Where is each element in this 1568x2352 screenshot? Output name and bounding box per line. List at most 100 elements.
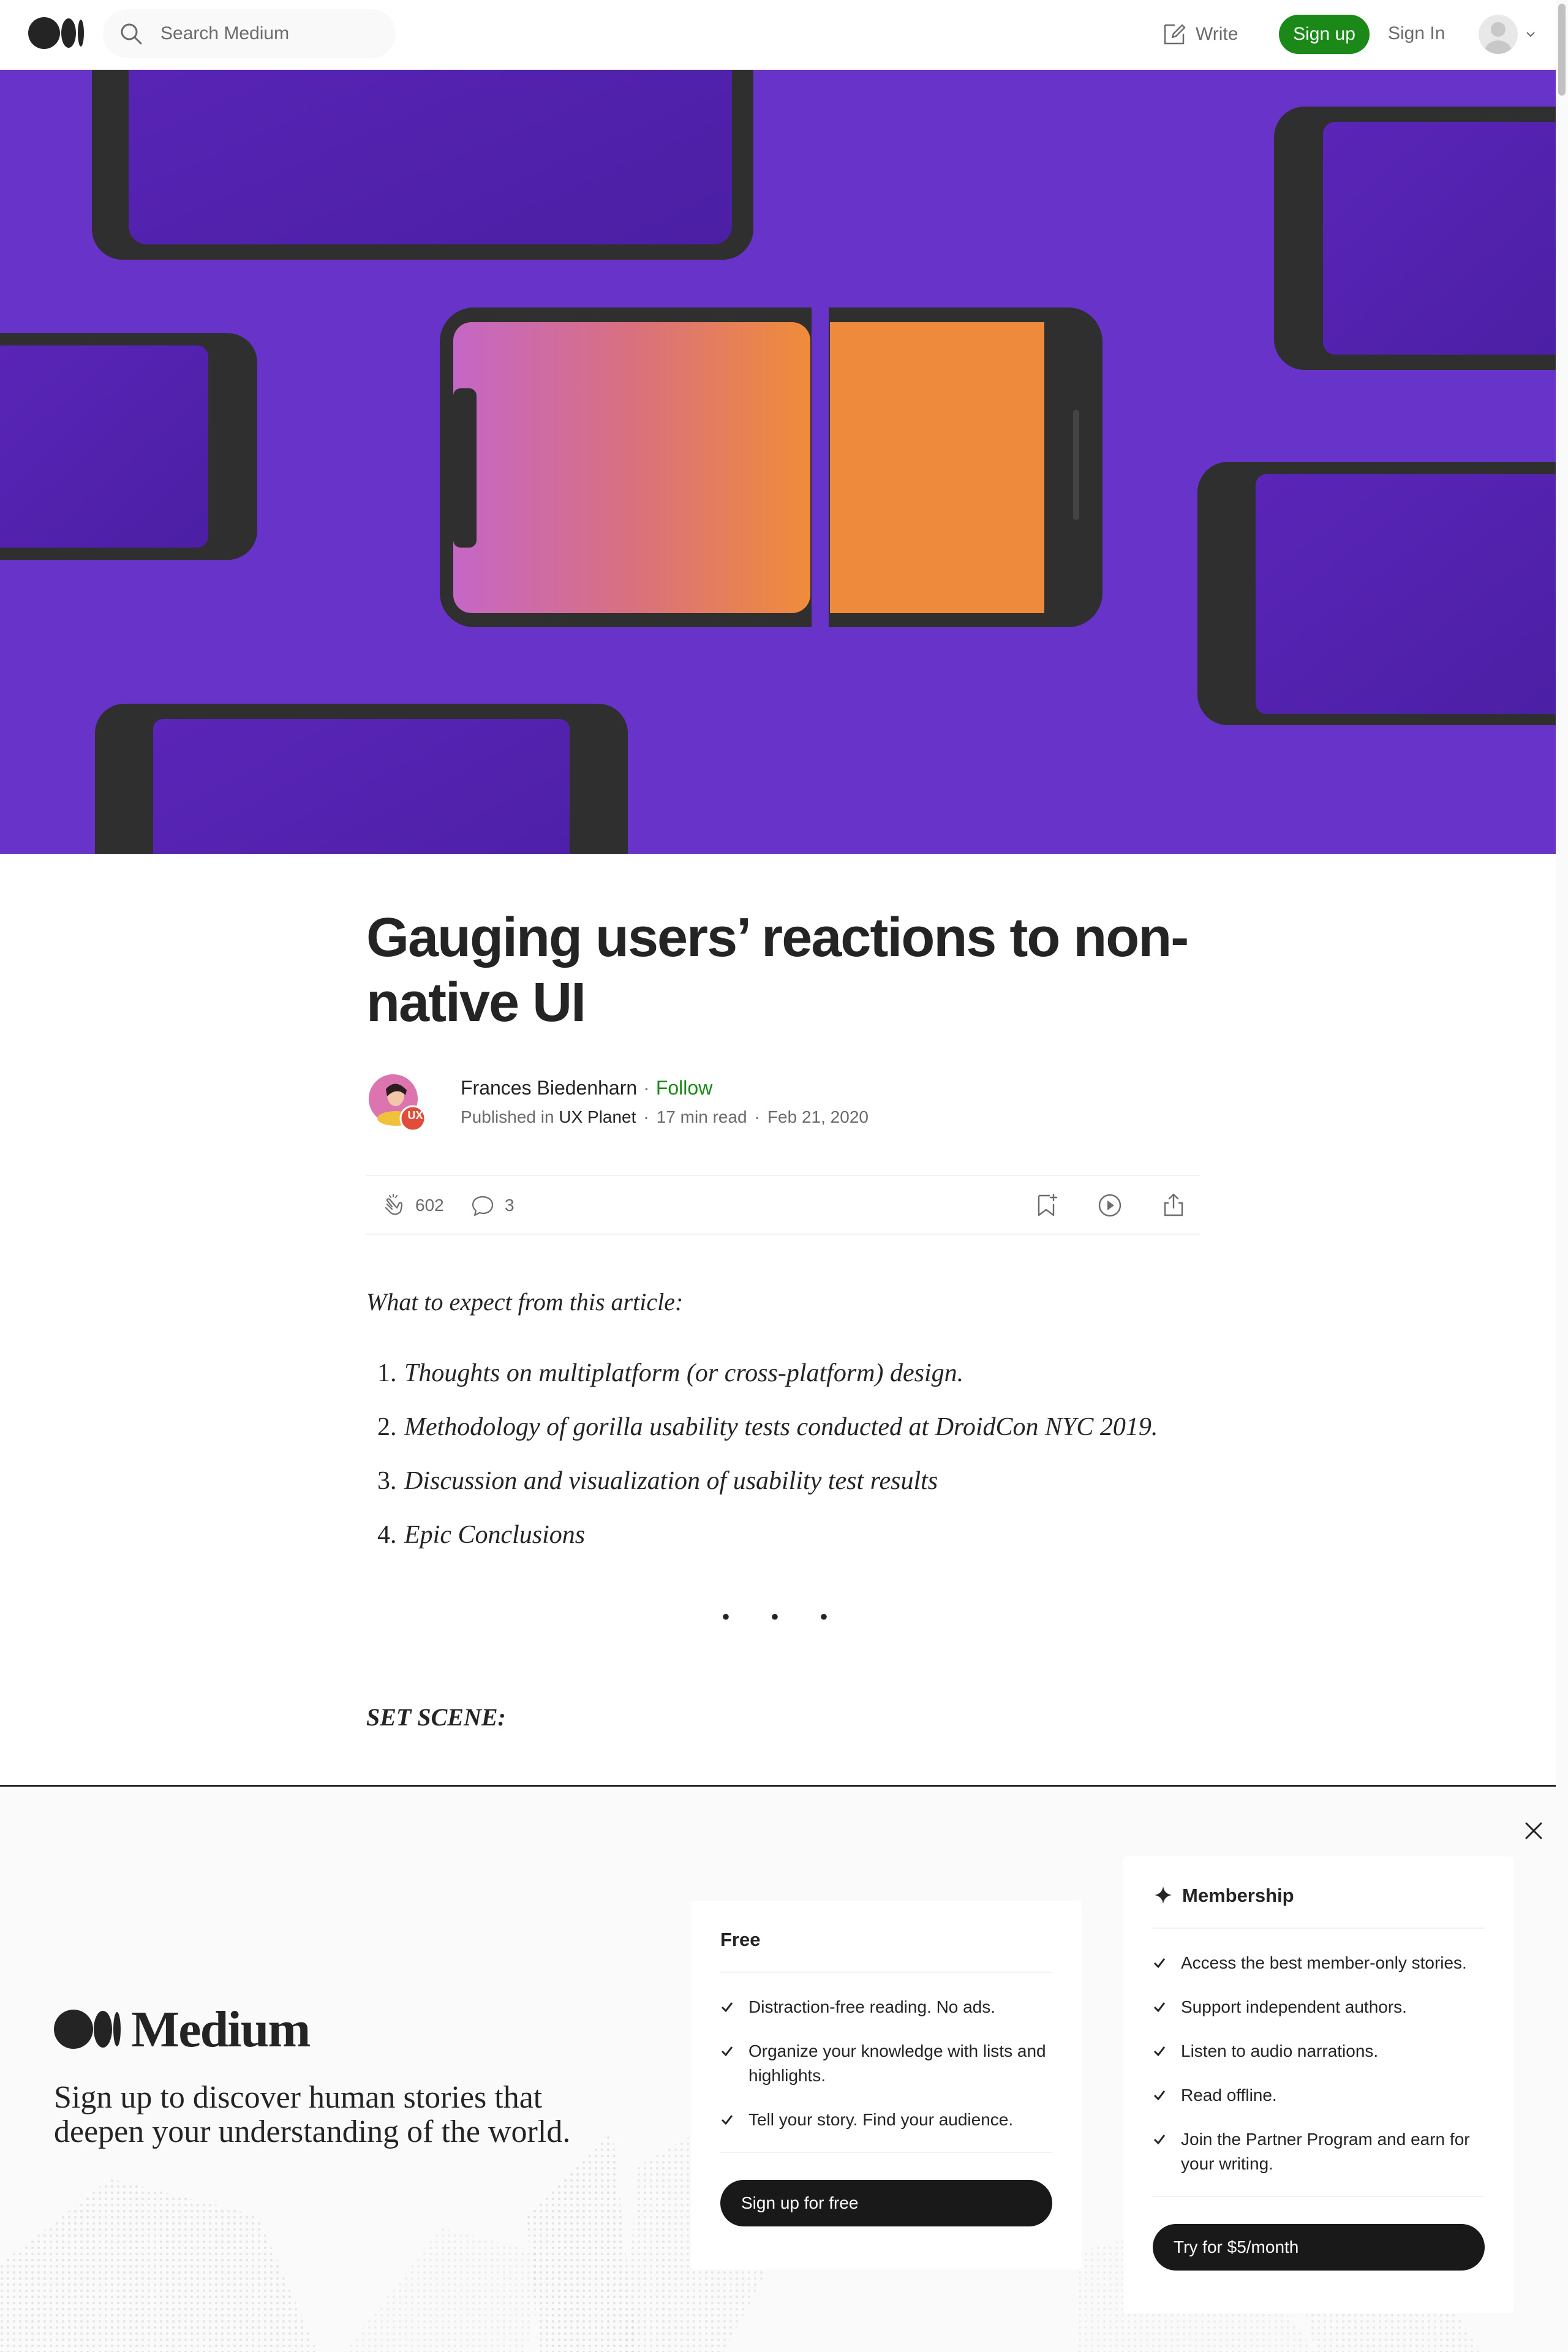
write-icon xyxy=(1164,24,1186,45)
brand-wordmark: Medium xyxy=(131,2000,311,2058)
check-icon xyxy=(1153,2046,1166,2057)
sparkle-icon xyxy=(1155,1887,1172,1904)
comment-button[interactable]: 3 xyxy=(468,1191,514,1220)
list-item: 4. Epic Conclusions xyxy=(366,1517,1158,1570)
list-number: 2. xyxy=(377,1413,397,1441)
feature-item: Tell your story. Find your audience. xyxy=(720,2108,1057,2132)
follow-button[interactable]: Follow xyxy=(656,1077,712,1099)
publication-line: Published in UX Planet · 17 min read · Feb 2… xyxy=(461,1107,869,1127)
check-icon xyxy=(1153,2135,1166,2145)
separator-dot: · xyxy=(643,1107,649,1126)
feature-text: Read offline. xyxy=(1181,2086,1277,2105)
feature-text: Support independent authors. xyxy=(1181,1997,1407,2016)
medium-logo-icon xyxy=(54,2010,121,2049)
share-icon xyxy=(1164,1193,1183,1216)
top-nav: Write Sign up Sign In xyxy=(0,0,1568,70)
user-menu[interactable] xyxy=(1479,15,1540,54)
search-input[interactable] xyxy=(159,9,380,58)
divider xyxy=(1153,2196,1485,2197)
phone-illustration-right xyxy=(1197,462,1556,725)
feature-item: Organize your knowledge with lists and h… xyxy=(720,2039,1057,2088)
medium-logo-icon[interactable] xyxy=(28,17,85,49)
publication-badge: UX xyxy=(407,1109,423,1121)
section-heading: SET SCENE: xyxy=(366,1703,506,1731)
phone-illustration-center xyxy=(440,303,1102,633)
check-icon xyxy=(721,2046,733,2057)
signup-modal: Medium Sign up to discover human stories… xyxy=(0,1785,1556,2352)
check-icon xyxy=(1153,1958,1166,1969)
article-intro: What to expect from this article: xyxy=(366,1288,684,1316)
feature-item: Access the best member-only stories. xyxy=(1153,1951,1490,1975)
clap-count: 602 xyxy=(415,1196,444,1215)
article-list: 1. Thoughts on multiplatform (or cross-pl… xyxy=(366,1355,1158,1570)
signup-button[interactable]: Sign up xyxy=(1279,15,1370,54)
feature-text: Distraction-free reading. No ads. xyxy=(748,1997,996,2016)
listen-button[interactable] xyxy=(1095,1191,1125,1220)
read-time: 17 min read xyxy=(656,1107,747,1126)
membership-feature-list: Access the best member-only stories. Sup… xyxy=(1153,1951,1490,2196)
try-membership-button[interactable]: Try for $5/month xyxy=(1153,2224,1485,2271)
phone-illustration-top-left xyxy=(92,70,753,260)
publication-link[interactable]: UX Planet xyxy=(559,1107,636,1126)
feature-item: Support independent authors. xyxy=(1153,1995,1490,2019)
bookmark-icon xyxy=(1038,1193,1058,1216)
article-title: Gauging users’ reactions to non-native U… xyxy=(366,907,1189,1033)
plan-title: Membership xyxy=(1153,1885,1485,1929)
membership-plan-title: Membership xyxy=(1182,1885,1294,1906)
hero-image xyxy=(0,70,1556,854)
free-feature-list: Distraction-free reading. No ads. Organi… xyxy=(720,1995,1057,2152)
write-button[interactable]: Write xyxy=(1160,18,1238,50)
list-item: 1. Thoughts on multiplatform (or cross-pl… xyxy=(366,1355,1158,1409)
phone-illustration-top-right xyxy=(1274,107,1556,370)
check-icon xyxy=(721,2115,733,2125)
feature-text: Listen to audio narrations. xyxy=(1181,2041,1379,2060)
search-icon xyxy=(121,23,142,45)
free-plan-title: Free xyxy=(720,1929,761,1950)
section-separator: • • • xyxy=(721,1603,845,1630)
feature-item: Join the Partner Program and earn for yo… xyxy=(1153,2127,1490,2176)
comment-icon xyxy=(472,1196,494,1216)
avatar xyxy=(1479,15,1518,54)
chevron-down-icon xyxy=(1526,32,1535,37)
signin-link[interactable]: Sign In xyxy=(1388,23,1445,44)
feature-item: Distraction-free reading. No ads. xyxy=(720,1995,1057,2019)
close-icon[interactable] xyxy=(1517,1814,1551,1848)
phone-illustration-left xyxy=(0,333,257,560)
list-item-text: Epic Conclusions xyxy=(404,1521,586,1549)
page-scrollbar[interactable] xyxy=(1556,0,1568,2352)
author-avatar[interactable] xyxy=(369,1074,426,1132)
list-number: 4. xyxy=(377,1521,397,1549)
search-bar[interactable] xyxy=(103,9,396,58)
list-item-text: Methodology of gorilla usability tests c… xyxy=(404,1413,1158,1441)
signup-free-button[interactable]: Sign up for free xyxy=(720,2180,1052,2226)
feature-text: Access the best member-only stories. xyxy=(1181,1953,1467,1972)
feature-text: Join the Partner Program and earn for yo… xyxy=(1181,2130,1470,2173)
author-line: Frances Biedenharn · Follow xyxy=(461,1077,712,1099)
phone-illustration-bottom-left xyxy=(95,704,628,854)
feature-text: Tell your story. Find your audience. xyxy=(748,2110,1014,2129)
clap-button[interactable]: 602 xyxy=(379,1191,444,1220)
feature-item: Listen to audio narrations. xyxy=(1153,2039,1490,2064)
bookmark-button[interactable] xyxy=(1031,1191,1061,1220)
scrollbar-thumb[interactable] xyxy=(1558,4,1566,96)
feature-text: Organize your knowledge with lists and h… xyxy=(748,2041,1046,2085)
free-plan-card: Free Distraction-free reading. No ads. O… xyxy=(691,1901,1082,2269)
list-item: 2. Methodology of gorilla usability tests… xyxy=(366,1409,1158,1463)
write-label: Write xyxy=(1196,24,1238,44)
list-number: 1. xyxy=(377,1359,397,1387)
author-byline: UX Frances Biedenharn · Follow Published i… xyxy=(366,1073,1200,1132)
medium-brand: Medium xyxy=(54,2001,311,2058)
play-icon xyxy=(1098,1194,1121,1217)
share-button[interactable] xyxy=(1159,1191,1188,1220)
plan-title: Free xyxy=(720,1929,1052,1973)
published-in-label: Published in xyxy=(461,1107,554,1126)
clap-icon xyxy=(385,1194,403,1215)
list-item-text: Discussion and visualization of usabilit… xyxy=(404,1467,938,1495)
comment-count: 3 xyxy=(505,1196,514,1215)
list-number: 3. xyxy=(377,1467,397,1495)
separator-dot: · xyxy=(643,1077,650,1099)
publish-date: Feb 21, 2020 xyxy=(767,1107,869,1126)
feature-item: Read offline. xyxy=(1153,2083,1490,2108)
list-item: 3. Discussion and visualization of usabil… xyxy=(366,1463,1158,1517)
author-name[interactable]: Frances Biedenharn xyxy=(461,1077,637,1099)
